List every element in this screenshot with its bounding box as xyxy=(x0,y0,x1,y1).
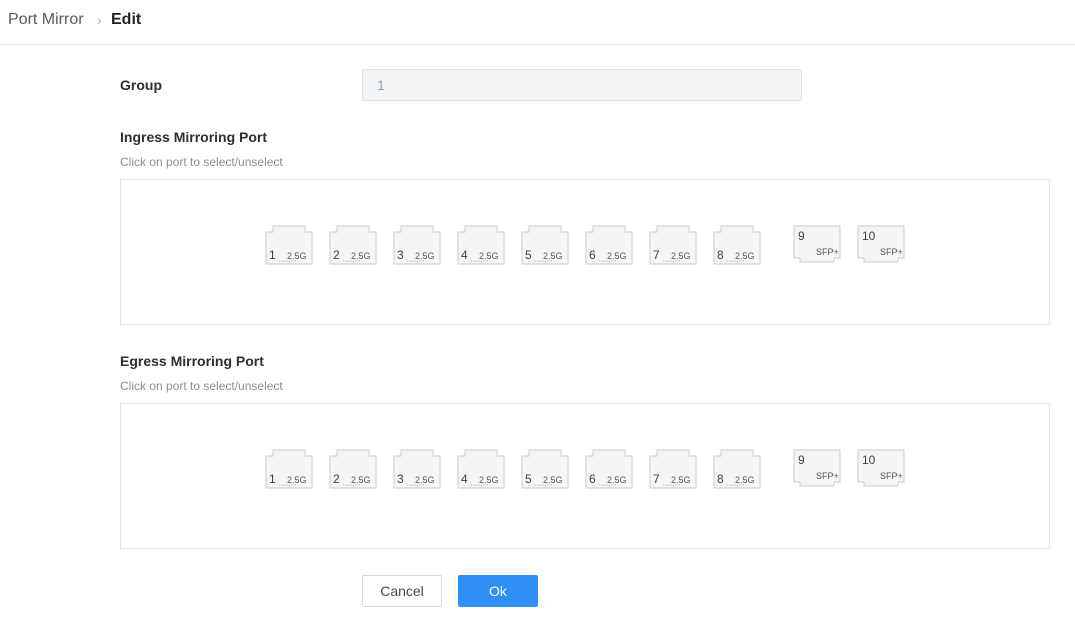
port-speed: 2.5G xyxy=(415,251,435,261)
ingress-hint: Click on port to select/unselect xyxy=(120,155,283,169)
port-type: SFP+ xyxy=(880,471,903,481)
port-number: 4 xyxy=(461,472,468,486)
egress-port-3[interactable]: 3 2.5G xyxy=(393,449,441,489)
port-type: SFP+ xyxy=(880,247,903,257)
port-speed: 2.5G xyxy=(351,475,371,485)
port-number: 7 xyxy=(653,472,660,486)
ingress-port-panel: 1 2.5G 2 2.5G 3 2.5G 4 2.5G 5 2.5G 6 2.5G 7 2.5G 8 2.5G… xyxy=(120,179,1050,325)
port-number: 3 xyxy=(397,248,404,262)
port-number: 4 xyxy=(461,248,468,262)
ingress-port-4[interactable]: 4 2.5G xyxy=(457,225,505,265)
port-number: 7 xyxy=(653,248,660,262)
egress-port-5[interactable]: 5 2.5G xyxy=(521,449,569,489)
port-speed: 2.5G xyxy=(543,251,563,261)
port-speed: 2.5G xyxy=(607,251,627,261)
port-number: 10 xyxy=(862,229,876,243)
breadcrumb-port-mirror[interactable]: Port Mirror xyxy=(8,11,84,29)
egress-title: Egress Mirroring Port xyxy=(120,353,264,369)
ingress-title: Ingress Mirroring Port xyxy=(120,129,268,145)
ingress-port-2[interactable]: 2 2.5G xyxy=(329,225,377,265)
ingress-port-3[interactable]: 3 2.5G xyxy=(393,225,441,265)
port-speed: 2.5G xyxy=(415,475,435,485)
group-field[interactable] xyxy=(362,69,802,101)
port-speed: 2.5G xyxy=(479,475,499,485)
port-type: SFP+ xyxy=(816,471,839,481)
port-number: 6 xyxy=(589,472,596,486)
port-number: 5 xyxy=(525,248,532,262)
port-number: 6 xyxy=(589,248,596,262)
port-speed: 2.5G xyxy=(479,251,499,261)
port-number: 9 xyxy=(798,229,805,243)
egress-port-panel: 1 2.5G 2 2.5G 3 2.5G 4 2.5G 5 2.5G 6 2.5G 7 2.5G 8 2.5G… xyxy=(120,403,1050,549)
port-speed: 2.5G xyxy=(287,475,307,485)
egress-port-6[interactable]: 6 2.5G xyxy=(585,449,633,489)
group-label: Group xyxy=(120,77,162,93)
breadcrumb-current: Edit xyxy=(111,11,142,28)
port-speed: 2.5G xyxy=(671,475,691,485)
port-speed: 2.5G xyxy=(735,251,755,261)
cancel-button[interactable]: Cancel xyxy=(362,575,442,607)
port-number: 10 xyxy=(862,453,876,467)
ingress-port-7[interactable]: 7 2.5G xyxy=(649,225,697,265)
port-speed: 2.5G xyxy=(543,475,563,485)
port-number: 8 xyxy=(717,248,724,262)
egress-port-2[interactable]: 2 2.5G xyxy=(329,449,377,489)
ingress-port-6[interactable]: 6 2.5G xyxy=(585,225,633,265)
egress-port-8[interactable]: 8 2.5G xyxy=(713,449,761,489)
port-number: 2 xyxy=(333,248,340,262)
ok-button[interactable]: Ok xyxy=(458,575,538,607)
egress-hint: Click on port to select/unselect xyxy=(120,379,283,393)
port-number: 9 xyxy=(798,453,805,467)
egress-port-7[interactable]: 7 2.5G xyxy=(649,449,697,489)
egress-port-1[interactable]: 1 2.5G xyxy=(265,449,313,489)
egress-port-10[interactable]: 10 SFP+ xyxy=(857,449,905,487)
chevron-right-icon: › xyxy=(97,12,102,28)
ingress-port-8[interactable]: 8 2.5G xyxy=(713,225,761,265)
port-number: 5 xyxy=(525,472,532,486)
ingress-port-5[interactable]: 5 2.5G xyxy=(521,225,569,265)
port-number: 2 xyxy=(333,472,340,486)
port-speed: 2.5G xyxy=(351,251,371,261)
port-number: 8 xyxy=(717,472,724,486)
port-speed: 2.5G xyxy=(607,475,627,485)
port-number: 3 xyxy=(397,472,404,486)
ingress-port-9[interactable]: 9 SFP+ xyxy=(793,225,841,263)
port-speed: 2.5G xyxy=(287,251,307,261)
ingress-port-1[interactable]: 1 2.5G xyxy=(265,225,313,265)
port-speed: 2.5G xyxy=(735,475,755,485)
port-number: 1 xyxy=(269,248,276,262)
port-number: 1 xyxy=(269,472,276,486)
page-header: Port Mirror › Edit xyxy=(0,0,1075,45)
egress-port-4[interactable]: 4 2.5G xyxy=(457,449,505,489)
port-speed: 2.5G xyxy=(671,251,691,261)
ingress-port-10[interactable]: 10 SFP+ xyxy=(857,225,905,263)
port-type: SFP+ xyxy=(816,247,839,257)
egress-port-9[interactable]: 9 SFP+ xyxy=(793,449,841,487)
